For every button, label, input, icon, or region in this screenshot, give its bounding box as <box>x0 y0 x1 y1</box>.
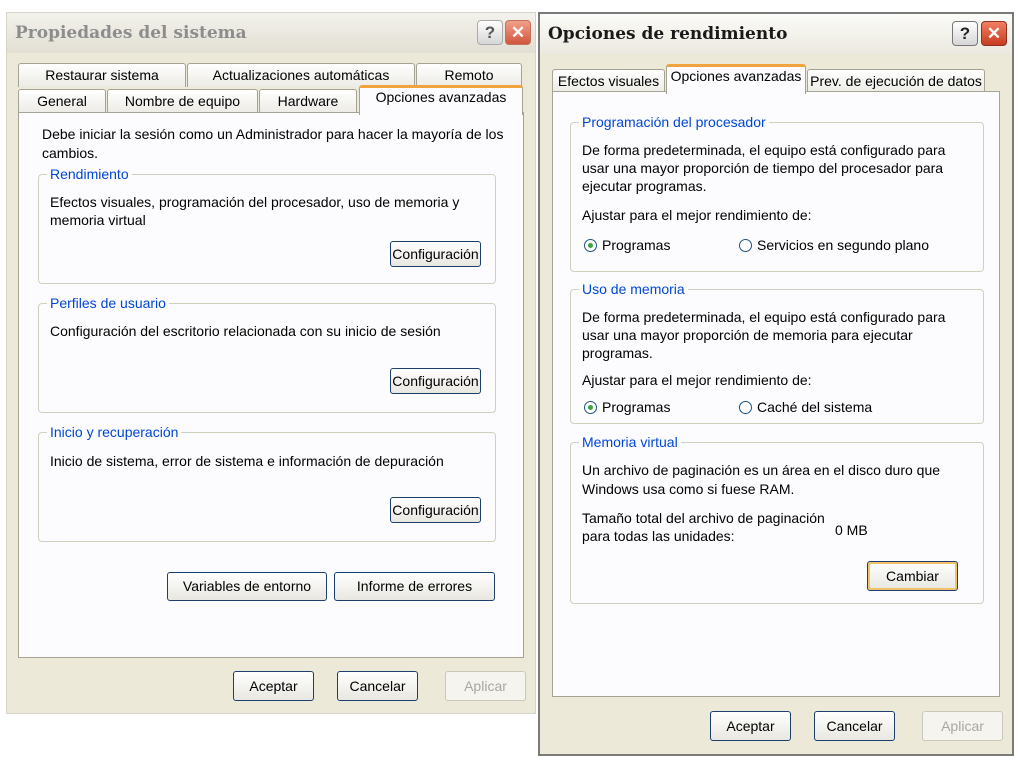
startup-recovery-settings-button[interactable]: Configuración <box>390 497 481 523</box>
cancel-button[interactable]: Cancelar <box>814 711 895 741</box>
memory-desc-line1: De forma predeterminada, el equipo está … <box>582 309 946 325</box>
paging-size-label-line1: Tamaño total del archivo de paginación <box>582 510 825 526</box>
memory-desc-line2: usar una mayor proporción de memoria par… <box>582 327 913 343</box>
memory-programs-radio[interactable]: Programas <box>584 398 670 416</box>
change-button[interactable]: Cambiar <box>867 561 958 591</box>
virtual-memory-group: Memoria virtual Un archivo de paginación… <box>570 433 984 604</box>
user-profiles-legend: Perfiles de usuario <box>47 294 169 312</box>
virtual-desc-line2: Windows usa como si fuese RAM. <box>582 481 795 497</box>
environment-variables-button[interactable]: Variables de entorno <box>167 572 327 601</box>
tab-restaurar-sistema[interactable]: Restaurar sistema <box>18 63 186 87</box>
radio-unselected-icon <box>739 239 752 252</box>
memory-system-cache-radio[interactable]: Caché del sistema <box>739 398 872 416</box>
processor-adjust-label: Ajustar para el mejor rendimiento de: <box>582 207 812 223</box>
processor-scheduling-legend: Programación del procesador <box>579 113 769 131</box>
performance-settings-button[interactable]: Configuración <box>390 241 481 267</box>
processor-desc-line2: usar una mayor proporción de tiempo del … <box>582 160 944 176</box>
help-icon: ? <box>959 23 971 43</box>
processor-desc-line1: De forma predeterminada, el equipo está … <box>582 142 946 158</box>
close-icon: ✕ <box>510 22 526 42</box>
apply-button[interactable]: Aplicar <box>445 671 526 701</box>
startup-recovery-legend: Inicio y recuperación <box>47 423 182 441</box>
memory-desc-line3: programas. <box>582 345 653 361</box>
radio-label: Programas <box>602 237 671 253</box>
radio-label: Caché del sistema <box>757 399 873 415</box>
tab-general[interactable]: General <box>18 89 106 113</box>
user-profiles-settings-button[interactable]: Configuración <box>390 368 481 394</box>
paging-size-label-line2: para todas las unidades: <box>582 528 735 544</box>
radio-unselected-icon <box>739 401 752 414</box>
memory-usage-legend: Uso de memoria <box>579 280 688 298</box>
memory-usage-group: Uso de memoria De forma predeterminada, … <box>570 280 984 424</box>
performance-legend: Rendimiento <box>47 165 132 183</box>
apply-button[interactable]: Aplicar <box>922 711 1003 741</box>
help-button[interactable]: ? <box>952 21 978 46</box>
tab-panel: Programación del procesador De forma pre… <box>552 91 1000 697</box>
intro-text-line2: cambios. <box>42 145 99 161</box>
radio-selected-icon <box>584 239 597 252</box>
error-reporting-button[interactable]: Informe de errores <box>334 572 495 601</box>
ok-button[interactable]: Aceptar <box>233 671 314 701</box>
title-bar[interactable]: Opciones de rendimiento ? ✕ <box>540 14 1012 54</box>
tab-prev-ejecucion-datos[interactable]: Prev. de ejecución de datos <box>807 69 985 93</box>
virtual-desc-line1: Un archivo de paginación es un área en e… <box>582 462 941 478</box>
processor-scheduling-group: Programación del procesador De forma pre… <box>570 113 984 272</box>
processor-background-services-radio[interactable]: Servicios en segundo plano <box>739 236 929 254</box>
radio-selected-icon <box>584 401 597 414</box>
processor-programs-radio[interactable]: Programas <box>584 236 670 254</box>
close-button[interactable]: ✕ <box>981 21 1007 46</box>
window-title: Opciones de rendimiento <box>548 24 788 44</box>
tab-hardware[interactable]: Hardware <box>259 89 357 113</box>
tab-remoto[interactable]: Remoto <box>416 63 522 87</box>
performance-options-window: Opciones de rendimiento ? ✕ Efectos visu… <box>538 12 1014 756</box>
performance-group: Rendimiento Efectos visuales, programaci… <box>38 165 496 284</box>
startup-recovery-group: Inicio y recuperación Inicio de sistema,… <box>38 423 496 542</box>
radio-label: Servicios en segundo plano <box>757 237 930 253</box>
tab-panel: Debe iniciar la sesión como un Administr… <box>18 112 524 658</box>
processor-desc-line3: ejecutar programas. <box>582 178 707 194</box>
user-profiles-desc: Configuración del escritorio relacionada… <box>50 323 441 339</box>
help-button[interactable]: ? <box>477 20 503 45</box>
close-button[interactable]: ✕ <box>505 20 531 45</box>
tab-opciones-avanzadas[interactable]: Opciones avanzadas <box>666 64 806 94</box>
title-bar[interactable]: Propiedades del sistema ? ✕ <box>7 13 535 53</box>
radio-label: Programas <box>602 399 671 415</box>
tab-nombre-de-equipo[interactable]: Nombre de equipo <box>107 89 258 113</box>
memory-adjust-label: Ajustar para el mejor rendimiento de: <box>582 372 812 388</box>
user-profiles-group: Perfiles de usuario Configuración del es… <box>38 294 496 413</box>
window-title: Propiedades del sistema <box>15 23 247 43</box>
paging-size-value: 0 MB <box>835 522 868 538</box>
tab-actualizaciones-automaticas[interactable]: Actualizaciones automáticas <box>187 63 415 87</box>
virtual-memory-legend: Memoria virtual <box>579 433 681 451</box>
close-icon: ✕ <box>986 23 1002 43</box>
tab-efectos-visuales[interactable]: Efectos visuales <box>552 69 665 93</box>
startup-recovery-desc: Inicio de sistema, error de sistema e in… <box>50 453 444 469</box>
ok-button[interactable]: Aceptar <box>710 711 791 741</box>
intro-text-line1: Debe iniciar la sesión como un Administr… <box>42 126 504 142</box>
system-properties-window: Propiedades del sistema ? ✕ Restaurar si… <box>6 12 536 714</box>
tab-opciones-avanzadas[interactable]: Opciones avanzadas <box>359 85 523 115</box>
help-icon: ? <box>484 22 496 42</box>
performance-desc-line2: memoria virtual <box>50 212 146 228</box>
performance-desc-line1: Efectos visuales, programación del proce… <box>50 194 460 210</box>
cancel-button[interactable]: Cancelar <box>337 671 418 701</box>
